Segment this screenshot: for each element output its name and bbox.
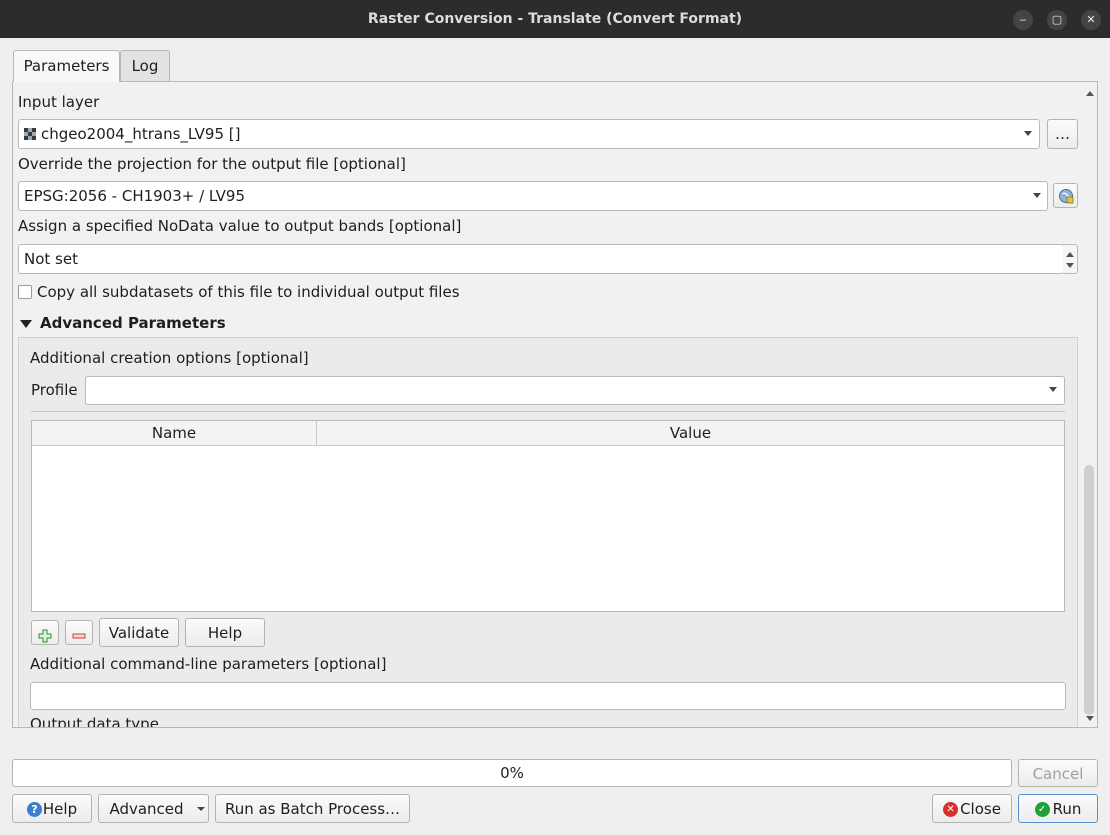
help-button[interactable]: ? Help — [12, 794, 92, 823]
output-type-clip: Output data type — [30, 712, 330, 727]
close-icon: ✕ — [1086, 13, 1096, 26]
chevron-down-icon — [1049, 387, 1057, 392]
minus-icon — [72, 626, 86, 644]
profile-combo[interactable] — [85, 376, 1065, 405]
cmdline-label: Additional command-line parameters [opti… — [30, 655, 387, 673]
chevron-down-icon — [1033, 193, 1041, 198]
cancel-button[interactable]: Cancel — [1018, 759, 1098, 787]
nodata-label: Assign a specified NoData value to outpu… — [18, 217, 462, 235]
window-title: Raster Conversion - Translate (Convert F… — [367, 11, 743, 27]
input-layer-combo[interactable]: chgeo2004_htrans_LV95 [] — [18, 119, 1040, 149]
remove-option-button[interactable] — [65, 620, 93, 645]
creation-options-label: Additional creation options [optional] — [30, 349, 309, 367]
table-help-button[interactable]: Help — [185, 618, 265, 647]
progress-bar: 0% — [12, 759, 1012, 787]
advanced-button-label: Advanced — [109, 800, 184, 818]
chevron-down-icon — [1024, 131, 1032, 136]
chevron-down-icon[interactable] — [1066, 263, 1074, 268]
nodata-stepper[interactable] — [1063, 244, 1078, 274]
input-layer-label: Input layer — [18, 93, 100, 111]
cmdline-input[interactable] — [30, 682, 1066, 710]
nodata-spinbox[interactable]: Not set — [18, 244, 1064, 274]
checkmark-icon: ✓ — [1034, 802, 1050, 817]
tab-parameters[interactable]: Parameters — [13, 50, 120, 82]
projection-label: Override the projection for the output f… — [18, 155, 406, 173]
run-button[interactable]: ✓ Run — [1018, 794, 1098, 823]
copy-subdatasets-label: Copy all subdatasets of this file to ind… — [37, 283, 460, 301]
close-circle-icon: ✕ — [943, 802, 959, 817]
input-layer-value: chgeo2004_htrans_LV95 [] — [41, 125, 241, 143]
projection-value: EPSG:2056 - CH1903+ / LV95 — [24, 187, 245, 205]
close-button[interactable]: ✕ Close — [932, 794, 1012, 823]
column-header-value[interactable]: Value — [317, 421, 1064, 446]
chevron-down-icon — [197, 807, 205, 811]
maximize-button[interactable]: ▢ — [1047, 10, 1067, 30]
advanced-parameters-header[interactable]: Advanced Parameters — [40, 313, 226, 333]
creation-options-table[interactable]: Name Value — [31, 420, 1065, 612]
window-close-button[interactable]: ✕ — [1081, 10, 1101, 30]
help-button-label: Help — [42, 800, 78, 818]
add-option-button[interactable] — [31, 620, 59, 645]
maximize-icon: ▢ — [1051, 13, 1063, 26]
collapse-triangle-icon[interactable] — [20, 320, 32, 328]
validate-button[interactable]: Validate — [99, 618, 179, 647]
progress-text: 0% — [500, 764, 524, 782]
run-button-label: Run — [1052, 800, 1082, 818]
profile-label: Profile — [31, 381, 78, 399]
raster-layer-icon — [24, 121, 36, 149]
scrollbar-thumb[interactable] — [1084, 465, 1094, 715]
nodata-value: Not set — [24, 250, 78, 268]
close-button-label: Close — [960, 800, 1001, 818]
run-batch-button[interactable]: Run as Batch Process… — [215, 794, 410, 823]
minimize-icon: ‒ — [1019, 13, 1027, 26]
scroll-down-icon[interactable] — [1086, 716, 1094, 721]
crs-selector-button[interactable] — [1053, 183, 1078, 208]
browse-layer-button[interactable]: … — [1047, 119, 1078, 149]
chevron-up-icon[interactable] — [1066, 252, 1074, 257]
help-icon: ? — [26, 802, 42, 817]
copy-subdatasets-checkbox[interactable] — [18, 285, 32, 299]
output-data-type-label: Output data type — [30, 715, 159, 727]
scroll-up-icon[interactable] — [1086, 91, 1094, 96]
projection-combo[interactable]: EPSG:2056 - CH1903+ / LV95 — [18, 181, 1048, 211]
column-header-name[interactable]: Name — [32, 421, 317, 446]
minimize-button[interactable]: ‒ — [1013, 10, 1033, 30]
plus-icon — [38, 626, 52, 644]
advanced-dropdown-button[interactable]: Advanced — [98, 794, 209, 823]
globe-icon — [1058, 186, 1074, 204]
divider — [31, 411, 1065, 412]
tab-log[interactable]: Log — [120, 50, 170, 81]
